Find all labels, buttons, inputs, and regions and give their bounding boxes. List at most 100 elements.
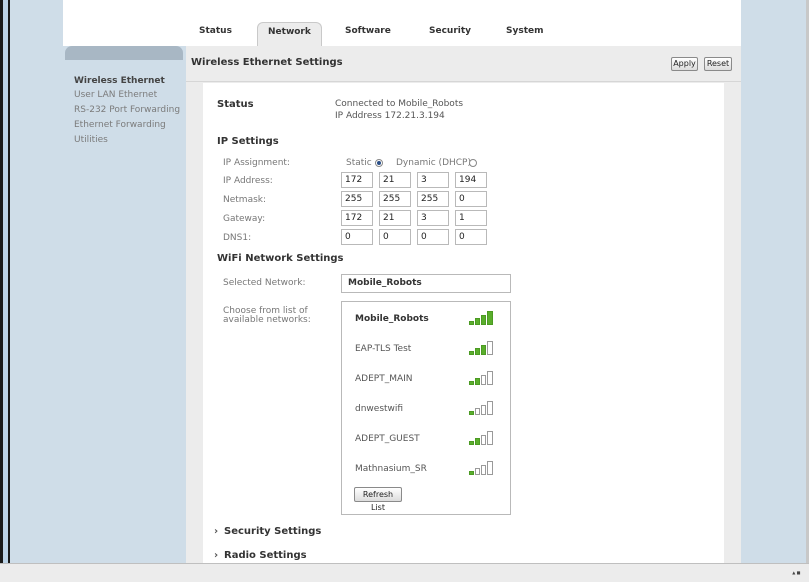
network-item-eap-tls-test[interactable]: EAP-TLS Test [355,344,411,354]
status-bar: ▴▪ [0,563,809,582]
router-config-app: Status Network Software Security System … [63,10,741,563]
page-background-left [10,0,63,563]
signal-bar [481,345,486,355]
signal-bar [487,431,493,445]
sidebar-item-wireless-ethernet[interactable]: Wireless Ethernet [74,76,165,86]
signal-bar [475,468,480,475]
sidebar-item-user-lan-ethernet[interactable]: User LAN Ethernet [74,90,157,100]
signal-bar [475,318,480,325]
signal-strength-icon [469,311,499,325]
signal-bar [487,401,493,415]
settings-panel: Status Connected to Mobile_Robots IP Add… [203,83,724,563]
network-item-mathnasium-sr[interactable]: Mathnasium_SR [355,464,427,474]
ip-address-octet-4[interactable]: 194 [455,172,487,188]
sidebar-header-cap [65,46,183,60]
status-ip-text: IP Address 172.21.3.194 [335,111,445,121]
signal-bar [469,411,474,415]
gateway-octet-1[interactable]: 172 [341,210,373,226]
dns1-octet-2[interactable]: 0 [379,229,411,245]
tab-status[interactable]: Status [199,26,232,36]
signal-strength-icon [469,401,499,415]
dns1-octet-3[interactable]: 0 [417,229,449,245]
tab-security[interactable]: Security [429,26,471,36]
signal-bar [469,351,474,355]
signal-bar [481,375,486,385]
signal-bar [475,378,480,385]
gateway-octet-3[interactable]: 3 [417,210,449,226]
signal-bar [481,405,486,415]
signal-bar [487,341,493,355]
gateway-octet-2[interactable]: 21 [379,210,411,226]
sidebar-item-rs232-port-forwarding[interactable]: RS-232 Port Forwarding [74,105,180,115]
signal-bar [475,348,480,355]
static-option-label: Static [346,158,372,168]
radio-settings-label: Radio Settings [224,550,307,561]
sidebar-item-ethernet-forwarding[interactable]: Ethernet Forwarding [74,120,166,130]
netmask-octet-2[interactable]: 255 [379,191,411,207]
netmask-octet-1[interactable]: 255 [341,191,373,207]
netmask-octet-4[interactable]: 0 [455,191,487,207]
page-title: Wireless Ethernet Settings [191,57,343,68]
content-header: Wireless Ethernet Settings Apply Reset [186,46,741,82]
radio-settings-expander[interactable]: › Radio Settings [214,550,307,561]
status-connected-text: Connected to Mobile_Robots [335,99,464,109]
apply-button[interactable]: Apply [671,57,698,71]
network-item-mobile-robots[interactable]: Mobile_Robots [355,314,429,324]
dns1-label: DNS1: [223,233,252,243]
ip-settings-heading: IP Settings [217,136,279,147]
network-list: Mobile_Robots EAP-TLS Test ADEPT_MAIN dn… [341,301,511,515]
selected-network-label: Selected Network: [223,278,306,288]
signal-bar [481,315,486,325]
tab-system[interactable]: System [506,26,544,36]
signal-bar [481,465,486,475]
netmask-label: Netmask: [223,195,267,205]
signal-bar [487,461,493,475]
signal-bar [469,441,474,445]
chevron-right-icon: › [214,550,219,561]
dns1-octet-1[interactable]: 0 [341,229,373,245]
netmask-octet-3[interactable]: 255 [417,191,449,207]
network-item-dnwestwifi[interactable]: dnwestwifi [355,404,403,414]
gateway-label: Gateway: [223,214,266,224]
dns1-octet-4[interactable]: 0 [455,229,487,245]
signal-bar [487,311,493,325]
sidebar-item-utilities[interactable]: Utilities [74,135,108,145]
sidebar: Wireless Ethernet User LAN Ethernet RS-2… [63,46,186,563]
page-background-right [741,0,809,563]
signal-bar [487,371,493,385]
gateway-octet-4[interactable]: 1 [455,210,487,226]
dynamic-dhcp-radio[interactable] [469,159,477,167]
signal-bar [469,321,474,325]
window-left-edge [0,0,10,581]
static-radio[interactable] [375,159,383,167]
status-heading: Status [217,99,254,110]
signal-bar [481,435,486,445]
selected-network-field[interactable]: Mobile_Robots [341,274,511,293]
dynamic-option-label: Dynamic (DHCP) [396,158,471,168]
signal-bar [475,438,480,445]
refresh-list-button[interactable]: Refresh List [354,487,402,512]
tab-software[interactable]: Software [345,26,391,36]
signal-bar [469,381,474,385]
top-tab-bar: Status Network Software Security System [63,10,741,50]
signal-bar [475,408,480,415]
security-settings-expander[interactable]: › Security Settings [214,526,321,537]
signal-strength-icon [469,461,499,475]
main-content: Wireless Ethernet Settings Apply Reset S… [186,46,741,563]
signal-strength-icon [469,341,499,355]
ip-address-label: IP Address: [223,176,273,186]
signal-bar [469,471,474,475]
chevron-right-icon: › [214,526,219,537]
ip-address-octet-1[interactable]: 172 [341,172,373,188]
ip-address-octet-3[interactable]: 3 [417,172,449,188]
signal-strength-icon [469,431,499,445]
network-item-adept-main[interactable]: ADEPT_MAIN [355,374,413,384]
wifi-settings-heading: WiFi Network Settings [217,253,344,264]
security-settings-label: Security Settings [224,526,322,537]
reset-button[interactable]: Reset [704,57,732,71]
system-tray-icon[interactable]: ▴▪ [791,568,801,577]
network-item-adept-guest[interactable]: ADEPT_GUEST [355,434,420,444]
signal-strength-icon [469,371,499,385]
ip-address-octet-2[interactable]: 21 [379,172,411,188]
choose-network-label-line2: available networks: [223,315,311,325]
